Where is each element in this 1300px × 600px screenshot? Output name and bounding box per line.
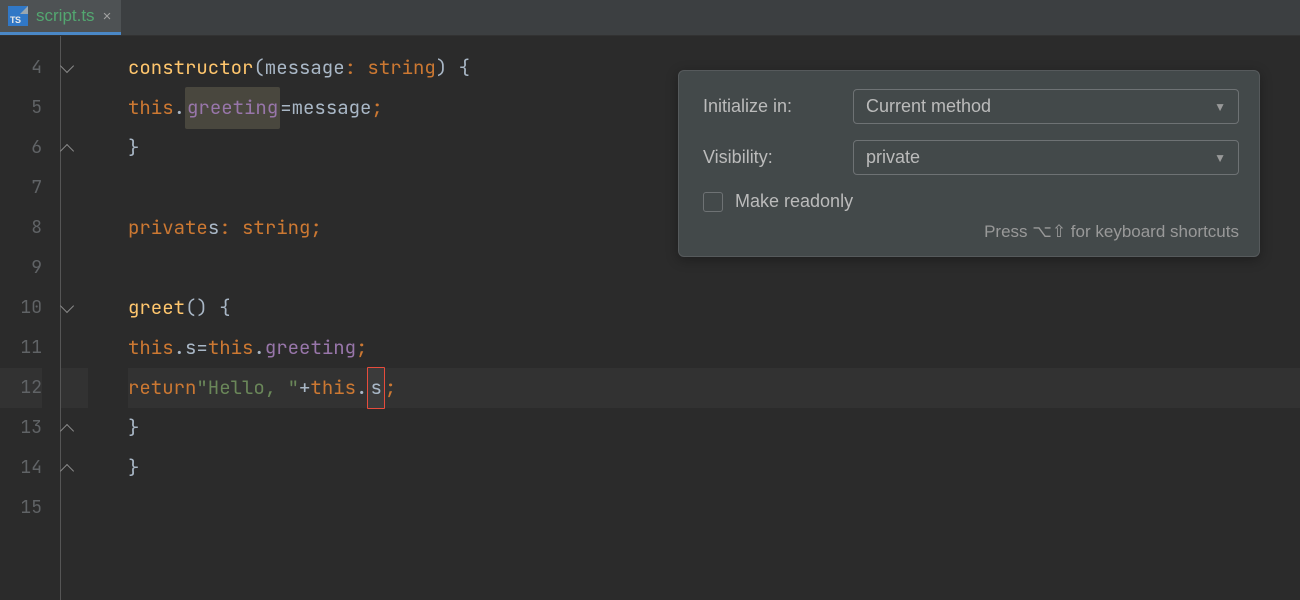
keyboard-shortcuts-hint: Press ⌥⇧ for keyboard shortcuts — [703, 222, 1239, 242]
visibility-value: private — [866, 147, 920, 168]
visibility-label: Visibility: — [703, 147, 853, 168]
refactor-popup: Initialize in: Current method ▼ Visibili… — [678, 70, 1260, 257]
code-line[interactable]: this.s = this.greeting; — [128, 328, 1300, 368]
line-number: 13 — [0, 408, 42, 448]
line-number: 6 — [0, 128, 42, 168]
line-number: 4 — [0, 48, 42, 88]
line-number: 15 — [0, 488, 42, 528]
fold-expand-icon[interactable] — [60, 128, 76, 168]
typescript-file-icon: TS — [8, 6, 28, 26]
fold-collapse-icon[interactable] — [60, 48, 76, 88]
chevron-down-icon: ▼ — [1214, 151, 1226, 165]
line-number: 5 — [0, 88, 42, 128]
code-line[interactable]: return "Hello, " + this.s; — [128, 368, 1300, 408]
make-readonly-label: Make readonly — [735, 191, 853, 212]
tab-filename: script.ts — [36, 6, 95, 26]
fold-expand-icon[interactable] — [60, 408, 76, 448]
line-number: 7 — [0, 168, 42, 208]
close-icon[interactable]: × — [103, 8, 112, 25]
code-line[interactable]: greet() { — [128, 288, 1300, 328]
initialize-in-dropdown[interactable]: Current method ▼ — [853, 89, 1239, 124]
line-number: 9 — [0, 248, 42, 288]
visibility-dropdown[interactable]: private ▼ — [853, 140, 1239, 175]
line-number: 12 — [0, 368, 42, 408]
line-number: 11 — [0, 328, 42, 368]
chevron-down-icon: ▼ — [1214, 100, 1226, 114]
line-number: 10 — [0, 288, 42, 328]
fold-expand-icon[interactable] — [60, 448, 76, 488]
line-number-gutter: 456789101112131415 — [0, 36, 60, 600]
tab-bar: TS script.ts × — [0, 0, 1300, 36]
code-line[interactable]: } — [128, 448, 1300, 488]
code-line[interactable] — [128, 488, 1300, 528]
line-number: 14 — [0, 448, 42, 488]
line-number: 8 — [0, 208, 42, 248]
make-readonly-checkbox[interactable] — [703, 192, 723, 212]
code-line[interactable]: } — [128, 408, 1300, 448]
fold-gutter — [60, 36, 88, 600]
initialize-in-label: Initialize in: — [703, 96, 853, 117]
fold-collapse-icon[interactable] — [60, 288, 76, 328]
initialize-in-value: Current method — [866, 96, 991, 117]
editor-tab[interactable]: TS script.ts × — [0, 0, 121, 35]
